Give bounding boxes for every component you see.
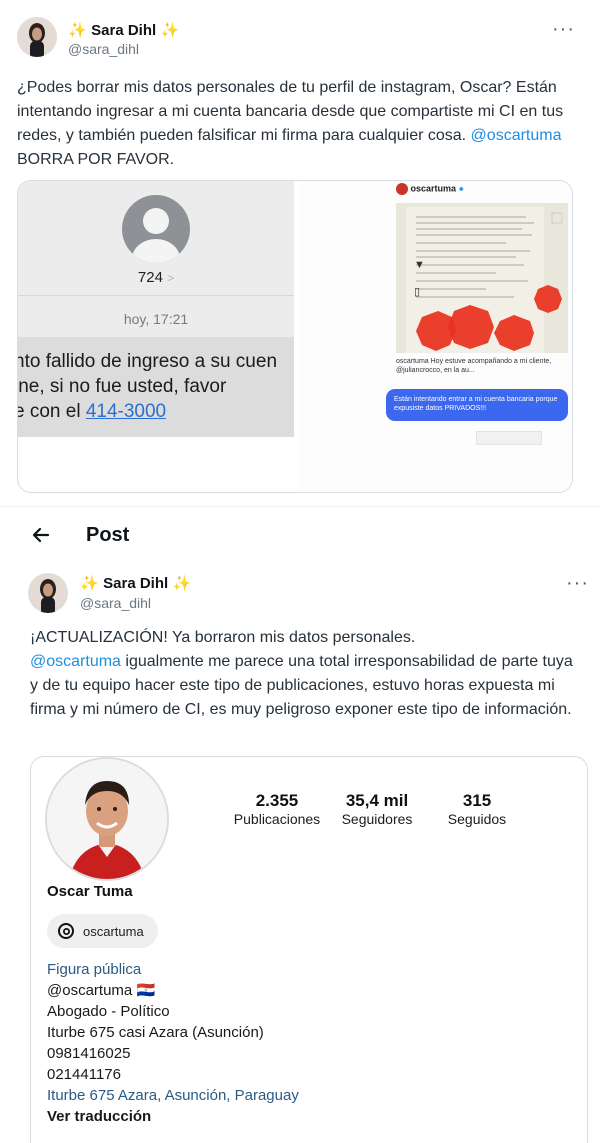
threads-badge[interactable]: oscartuma (47, 914, 158, 948)
stat-posts[interactable]: 2.355 Publicaciones (227, 791, 327, 827)
profile-bio: Figura pública @oscartuma 🇵🇾 Abogado - P… (47, 959, 567, 1127)
redaction-marks (416, 285, 562, 351)
verified-icon: ● (458, 183, 464, 194)
category-label[interactable]: Figura pública (47, 959, 567, 980)
sms-line: ine, si no fue usted, favor (18, 376, 227, 397)
bio-line: Iturbe 675 casi Azara (Asunción) (47, 1024, 264, 1041)
ig-header: oscartuma ● (396, 183, 464, 195)
reply-preview (476, 431, 542, 445)
chevron-right-icon: > (167, 271, 175, 285)
address-link[interactable]: Iturbe 675 Azara, Asunción, Paraguay (47, 1085, 567, 1106)
stat-following[interactable]: 315 Seguidos (427, 791, 527, 827)
avatar-image (17, 17, 57, 57)
profile-stats: 2.355 Publicaciones 35,4 mil Seguidores … (227, 791, 527, 827)
phone-link[interactable]: 414-3000 (86, 401, 166, 422)
ig-handle[interactable]: @oscartuma (47, 982, 132, 999)
bio-line: 021441176 (47, 1066, 121, 1083)
sparkle-icon: ✨ (80, 575, 99, 592)
tweet-text: ¡ACTUALIZACIÓN! Ya borraron mis datos pe… (30, 629, 573, 718)
avatar-image (28, 573, 68, 613)
author-handle[interactable]: @sara_dihl (68, 41, 139, 57)
more-options-icon[interactable]: ··· (552, 18, 575, 41)
threads-handle: oscartuma (83, 923, 144, 939)
sms-line: e con el (18, 401, 86, 422)
threads-icon (58, 923, 74, 939)
contact-avatar-icon (122, 195, 190, 263)
avatar[interactable] (28, 573, 68, 613)
bio-line: 0981416025 (47, 1045, 131, 1062)
profile-name: Oscar Tuma (47, 883, 133, 900)
sms-line: nto fallido de ingreso a su cuen (18, 351, 278, 372)
instagram-screenshot[interactable]: oscartuma ● oscartuma Hoy estuve acompañ… (298, 181, 572, 492)
dm-bubble: Están intentando entrar a mi cuenta banc… (386, 389, 568, 421)
page-title: Post (86, 524, 130, 546)
bookmark-icon[interactable]: ▯ (414, 285, 420, 298)
paraguay-flag-icon: 🇵🇾 (136, 982, 156, 999)
back-arrow-icon[interactable] (28, 522, 54, 548)
sms-screenshot[interactable]: 724 > hoy, 17:21 nto fallido de ingreso … (18, 181, 294, 437)
bio-line: Abogado - Político (47, 1003, 170, 1020)
more-options-icon[interactable]: ··· (566, 572, 589, 595)
mention-link[interactable]: @oscartuma (471, 127, 562, 144)
display-name[interactable]: Sara Dihl (91, 22, 156, 39)
profile-photo (45, 757, 169, 881)
divider (18, 295, 294, 296)
avatar[interactable] (17, 17, 57, 57)
ig-avatar (396, 183, 408, 195)
divider (0, 506, 600, 507)
author-name-row[interactable]: ✨ Sara Dihl ✨ (68, 21, 179, 40)
media-card[interactable]: 724 > hoy, 17:21 nto fallido de ingreso … (17, 180, 573, 493)
send-icon[interactable]: ▼ (414, 259, 425, 271)
ig-caption: oscartuma Hoy estuve acompañando a mi cl… (396, 358, 552, 374)
sms-sender: 724 (137, 269, 163, 286)
author-name-row[interactable]: ✨ Sara Dihl ✨ (80, 574, 191, 593)
sms-time: hoy, 17:21 (123, 311, 189, 327)
profile-card[interactable]: 2.355 Publicaciones 35,4 mil Seguidores … (30, 756, 588, 1143)
display-name[interactable]: Sara Dihl (103, 575, 168, 592)
stat-followers[interactable]: 35,4 mil Seguidores (327, 791, 427, 827)
author-handle[interactable]: @sara_dihl (80, 595, 151, 611)
sparkle-icon: ✨ (68, 22, 87, 39)
sms-bubble: nto fallido de ingreso a su cuen ine, si… (18, 337, 294, 437)
mention-link[interactable]: @oscartuma (30, 653, 121, 670)
sparkle-icon: ✨ (172, 575, 192, 592)
tweet-text: ¿Podes borrar mis datos personales de tu… (17, 79, 564, 168)
translate-link[interactable]: Ver traducción (47, 1106, 567, 1127)
ig-account-name: oscartuma (410, 183, 457, 194)
sparkle-icon: ✨ (160, 22, 180, 39)
